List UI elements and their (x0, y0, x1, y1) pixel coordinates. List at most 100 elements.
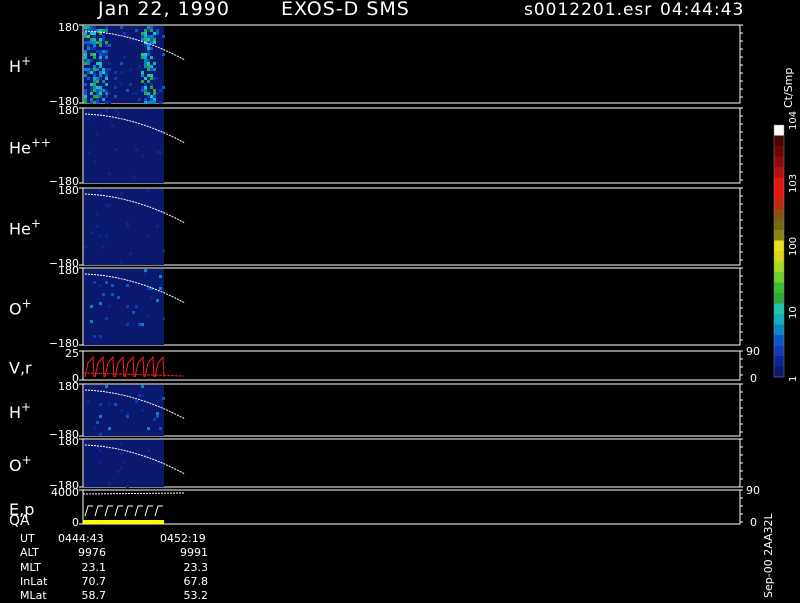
heat-cell (147, 47, 150, 50)
panel-label-superscript: ++ (31, 136, 51, 150)
heat-cell (99, 74, 102, 77)
heat-cell (87, 59, 90, 62)
orbit-end-value: 0452:19 (160, 532, 206, 545)
heat-cell (90, 92, 93, 95)
heat-cell (105, 26, 108, 29)
heat-cell (93, 77, 96, 80)
heat-cell (99, 50, 102, 53)
orbit-end-value: 67.8 (183, 574, 209, 588)
heat-cell (99, 403, 102, 406)
heat-cell (96, 95, 99, 98)
heat-cell (135, 305, 138, 308)
colorbar-swatch (774, 272, 784, 283)
heat-cell (153, 68, 156, 71)
heat-cell (144, 59, 147, 62)
heat-cell (99, 89, 102, 92)
heat-cell (144, 62, 147, 65)
heat-cell (93, 53, 96, 56)
heat-cell (93, 335, 96, 338)
orbit-row-alt: ALT 9976 9991 (20, 546, 220, 560)
colorbar-swatch (774, 188, 784, 199)
orbit-end-value: 9991 (180, 546, 208, 560)
heat-cell (102, 53, 105, 56)
heat-cell (144, 38, 147, 41)
qa-step-trace (144, 505, 153, 517)
heat-cell (153, 89, 156, 92)
heat-cell (129, 83, 132, 86)
heat-cell (90, 41, 93, 44)
heat-cell (150, 38, 153, 41)
heat-cell (96, 41, 99, 44)
heat-cell (147, 29, 150, 32)
qa-step-trace (154, 505, 163, 517)
heat-cell (156, 412, 159, 415)
colorbar-tick-label: 1 (788, 376, 799, 382)
orbit-start-value: 70.7 (81, 574, 107, 588)
y-tick-max-label: 25 (65, 347, 79, 360)
heat-cell (99, 56, 102, 59)
heat-cell (84, 56, 87, 59)
panel-frame (82, 489, 741, 525)
heat-cell (162, 249, 165, 252)
heat-cell (90, 47, 93, 50)
heat-cell (108, 62, 111, 65)
heat-cell (84, 83, 87, 86)
heat-cell (108, 427, 111, 430)
orbit-label: ALT (20, 546, 39, 560)
heat-cell (156, 299, 159, 302)
heat-cell (135, 29, 138, 32)
heat-cell (102, 35, 105, 38)
heat-cell (87, 62, 90, 65)
heat-cell (96, 98, 99, 101)
heat-cell (87, 35, 90, 38)
qa-step-trace (104, 505, 113, 517)
heat-cell (99, 433, 102, 436)
colorbar-swatch (774, 335, 784, 346)
colorbar-swatch (774, 167, 784, 178)
panel-label: H+ (9, 54, 31, 76)
spectrogram-plot: 180−180H+180−180He++180−180He+180−180O+2… (9, 21, 799, 529)
heat-cell (156, 151, 159, 154)
heat-cell (105, 56, 108, 59)
panel-frame (82, 438, 741, 488)
energy-trace (82, 492, 185, 495)
heat-cell (99, 29, 102, 32)
heat-cell (99, 62, 102, 65)
heat-cell (90, 71, 93, 74)
panel-label-superscript: + (22, 453, 32, 467)
heat-cell (114, 95, 117, 98)
heat-cell (102, 293, 105, 296)
heat-cell (90, 305, 93, 308)
heat-cell (147, 62, 150, 65)
heat-cell (144, 77, 147, 80)
panel-label: O+ (9, 297, 32, 319)
heat-cell (141, 86, 144, 89)
heat-cell (156, 32, 159, 35)
heat-cell (93, 71, 96, 74)
orbit-start-value: 9976 (78, 546, 106, 560)
qa-step-trace (134, 505, 143, 517)
heat-cell (93, 65, 96, 68)
heat-cell (144, 35, 147, 38)
heat-cell (126, 225, 129, 228)
heat-cell (102, 89, 105, 92)
heat-cell (138, 98, 141, 101)
heat-cell (156, 225, 159, 228)
heat-cell (120, 443, 123, 446)
heat-cell (153, 101, 156, 104)
heat-cell (93, 41, 96, 44)
colorbar-swatch (774, 125, 784, 136)
heat-cell (144, 101, 147, 104)
y-tick-max-label: 4000 (51, 486, 79, 499)
y-tick-min-label: 0 (72, 516, 79, 529)
heat-cell (96, 133, 99, 136)
heat-cell (93, 68, 96, 71)
heat-cell (105, 71, 108, 74)
heat-cell (141, 71, 144, 74)
heat-cell (147, 314, 150, 317)
panel-label: V,r (9, 359, 32, 378)
heat-cell (105, 83, 108, 86)
heat-cell (108, 172, 111, 175)
heat-cell (99, 44, 102, 47)
heat-cell (96, 62, 99, 65)
